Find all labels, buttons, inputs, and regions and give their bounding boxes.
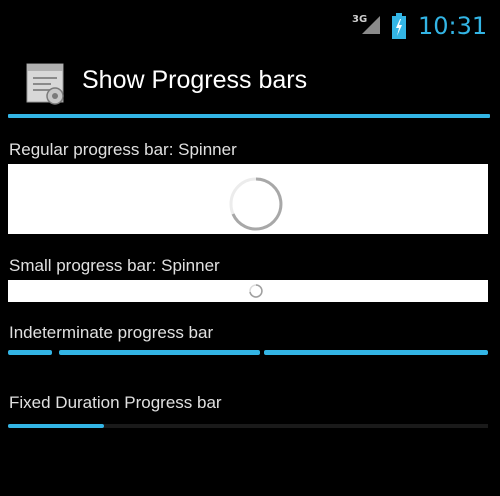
small-spinner-container: [8, 280, 488, 302]
small-spinner-label: Small progress bar: Spinner: [9, 256, 220, 275]
fixed-duration-label: Fixed Duration Progress bar: [9, 393, 222, 412]
indeterminate-segment: [264, 350, 488, 355]
regular-spinner-label: Regular progress bar: Spinner: [9, 140, 237, 159]
indeterminate-segment: [59, 350, 260, 355]
fixed-duration-progress-fill: [8, 424, 104, 428]
small-spinner: [249, 284, 263, 298]
clock: 10:31: [418, 12, 488, 40]
battery-icon: [392, 13, 406, 39]
signal-icon: 3G: [352, 14, 382, 36]
indeterminate-progress-bar: [8, 350, 488, 356]
action-bar: Show Progress bars: [0, 52, 500, 114]
fixed-duration-progress-bar: [8, 424, 488, 428]
indeterminate-label: Indeterminate progress bar: [9, 323, 214, 342]
regular-spinner: [229, 177, 283, 231]
page-title: Show Progress bars: [82, 66, 308, 94]
action-bar-divider: [8, 114, 490, 118]
app-settings-icon[interactable]: [25, 62, 69, 106]
status-bar: 3G 10:31: [0, 0, 500, 52]
indeterminate-segment: [8, 350, 52, 355]
regular-spinner-container: [8, 164, 488, 234]
